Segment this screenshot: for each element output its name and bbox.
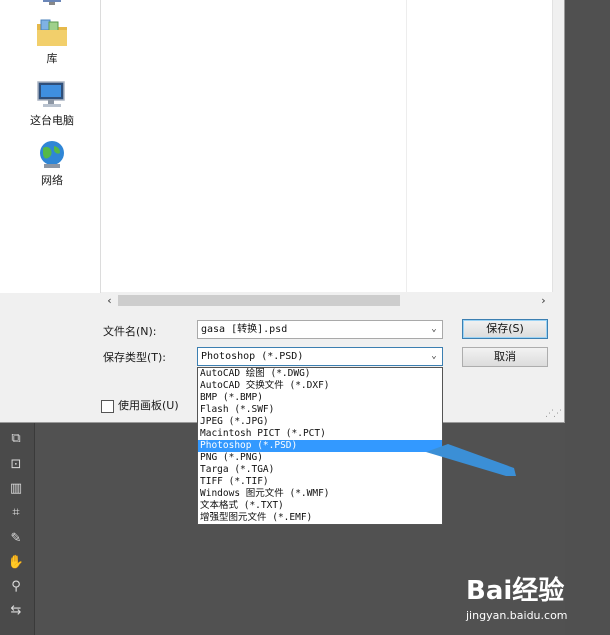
- watermark-brand: Bai经验: [466, 576, 565, 606]
- dropdown-option[interactable]: Macintosh PICT (*.PCT): [198, 428, 442, 440]
- baidu-jingyan-watermark: Bai经验 jingyan.baidu.com: [466, 570, 568, 622]
- dropdown-option-selected[interactable]: Photoshop (*.PSD): [198, 440, 442, 452]
- nav-item-label: 库: [46, 52, 58, 65]
- scroll-left-icon[interactable]: ‹: [101, 292, 118, 309]
- filetype-select[interactable]: Photoshop (*.PSD) ⌄: [197, 347, 443, 366]
- dropdown-option[interactable]: Flash (*.SWF): [198, 404, 442, 416]
- library-icon: [37, 19, 67, 46]
- nav-item-desktop[interactable]: [10, 0, 94, 6]
- eyedropper-tool-icon[interactable]: ⊡: [5, 455, 27, 475]
- photoshop-toolbar: ⧉ ⊡ ▥ ⌗ ✎ ✋ ⚲ ⇆: [0, 423, 35, 635]
- save-button[interactable]: 保存(S): [462, 319, 548, 339]
- zoom-tool-icon[interactable]: ⚲: [5, 577, 27, 597]
- dropdown-option[interactable]: AutoCAD 绘图 (*.DWG): [198, 368, 442, 380]
- swap-colors-icon[interactable]: ⇆: [5, 601, 27, 621]
- pen-tool-icon[interactable]: ✎: [5, 529, 27, 549]
- dropdown-option[interactable]: BMP (*.BMP): [198, 392, 442, 404]
- resize-grip-icon[interactable]: ⋰⋰: [545, 409, 562, 419]
- chevron-down-icon[interactable]: ⌄: [428, 321, 440, 338]
- dropdown-option[interactable]: TIFF (*.TIF): [198, 476, 442, 488]
- filetype-dropdown-list: AutoCAD 绘图 (*.DWG) AutoCAD 交换文件 (*.DXF) …: [197, 367, 443, 525]
- scrollbar-thumb[interactable]: [118, 295, 400, 306]
- nav-item-this-pc[interactable]: 这台电脑: [10, 80, 94, 128]
- use-artboard-option[interactable]: 使用画板(U): [101, 397, 179, 413]
- file-list[interactable]: [101, 0, 553, 292]
- dropdown-option[interactable]: 文本格式 (*.TXT): [198, 500, 442, 512]
- watermark-url: jingyan.baidu.com: [466, 609, 568, 622]
- horizontal-scrollbar[interactable]: ‹ ›: [101, 292, 552, 309]
- filetype-label: 保存类型(T):: [103, 351, 167, 364]
- scroll-right-icon[interactable]: ›: [535, 292, 552, 309]
- callout-arrow-icon: [426, 444, 516, 476]
- save-as-dialog: 库 这台电脑 网络 ‹ › 文件名(N): gasa [转换].psd ⌄ 保存…: [0, 0, 565, 423]
- cancel-button[interactable]: 取消: [462, 347, 548, 367]
- hand-tool-icon[interactable]: ✋: [5, 553, 27, 573]
- filename-value: gasa [转换].psd: [201, 324, 288, 335]
- nav-item-label: 网络: [41, 174, 63, 187]
- dropdown-option[interactable]: PNG (*.PNG): [198, 452, 442, 464]
- column-divider: [406, 0, 407, 292]
- dropdown-option[interactable]: 增强型图元文件 (*.EMF): [198, 512, 442, 524]
- nav-item-library[interactable]: 库: [10, 18, 94, 66]
- nav-item-network[interactable]: 网络: [10, 140, 94, 188]
- dropdown-option[interactable]: Targa (*.TGA): [198, 464, 442, 476]
- dropdown-option[interactable]: JPEG (*.JPG): [198, 416, 442, 428]
- filename-label: 文件名(N):: [103, 325, 157, 338]
- chart-tool-icon[interactable]: ▥: [5, 479, 27, 499]
- filetype-value: Photoshop (*.PSD): [201, 351, 304, 362]
- chevron-down-icon[interactable]: ⌄: [428, 348, 440, 365]
- use-artboard-checkbox[interactable]: [101, 399, 114, 413]
- dropdown-option[interactable]: AutoCAD 交换文件 (*.DXF): [198, 380, 442, 392]
- navigation-pane: 库 这台电脑 网络: [0, 0, 101, 293]
- photoshop-right-panel: [565, 0, 610, 635]
- crop-tool-icon[interactable]: ⌗: [5, 503, 27, 523]
- use-artboard-label: 使用画板(U): [118, 399, 179, 412]
- computer-icon: [37, 81, 65, 107]
- network-icon: [40, 141, 64, 168]
- filename-input[interactable]: gasa [转换].psd ⌄: [197, 320, 443, 339]
- nav-item-label: 这台电脑: [30, 114, 74, 127]
- desktop-icon: [43, 0, 61, 5]
- dropdown-option[interactable]: Windows 图元文件 (*.WMF): [198, 488, 442, 500]
- artboard-tool-icon[interactable]: ⧉: [5, 429, 27, 449]
